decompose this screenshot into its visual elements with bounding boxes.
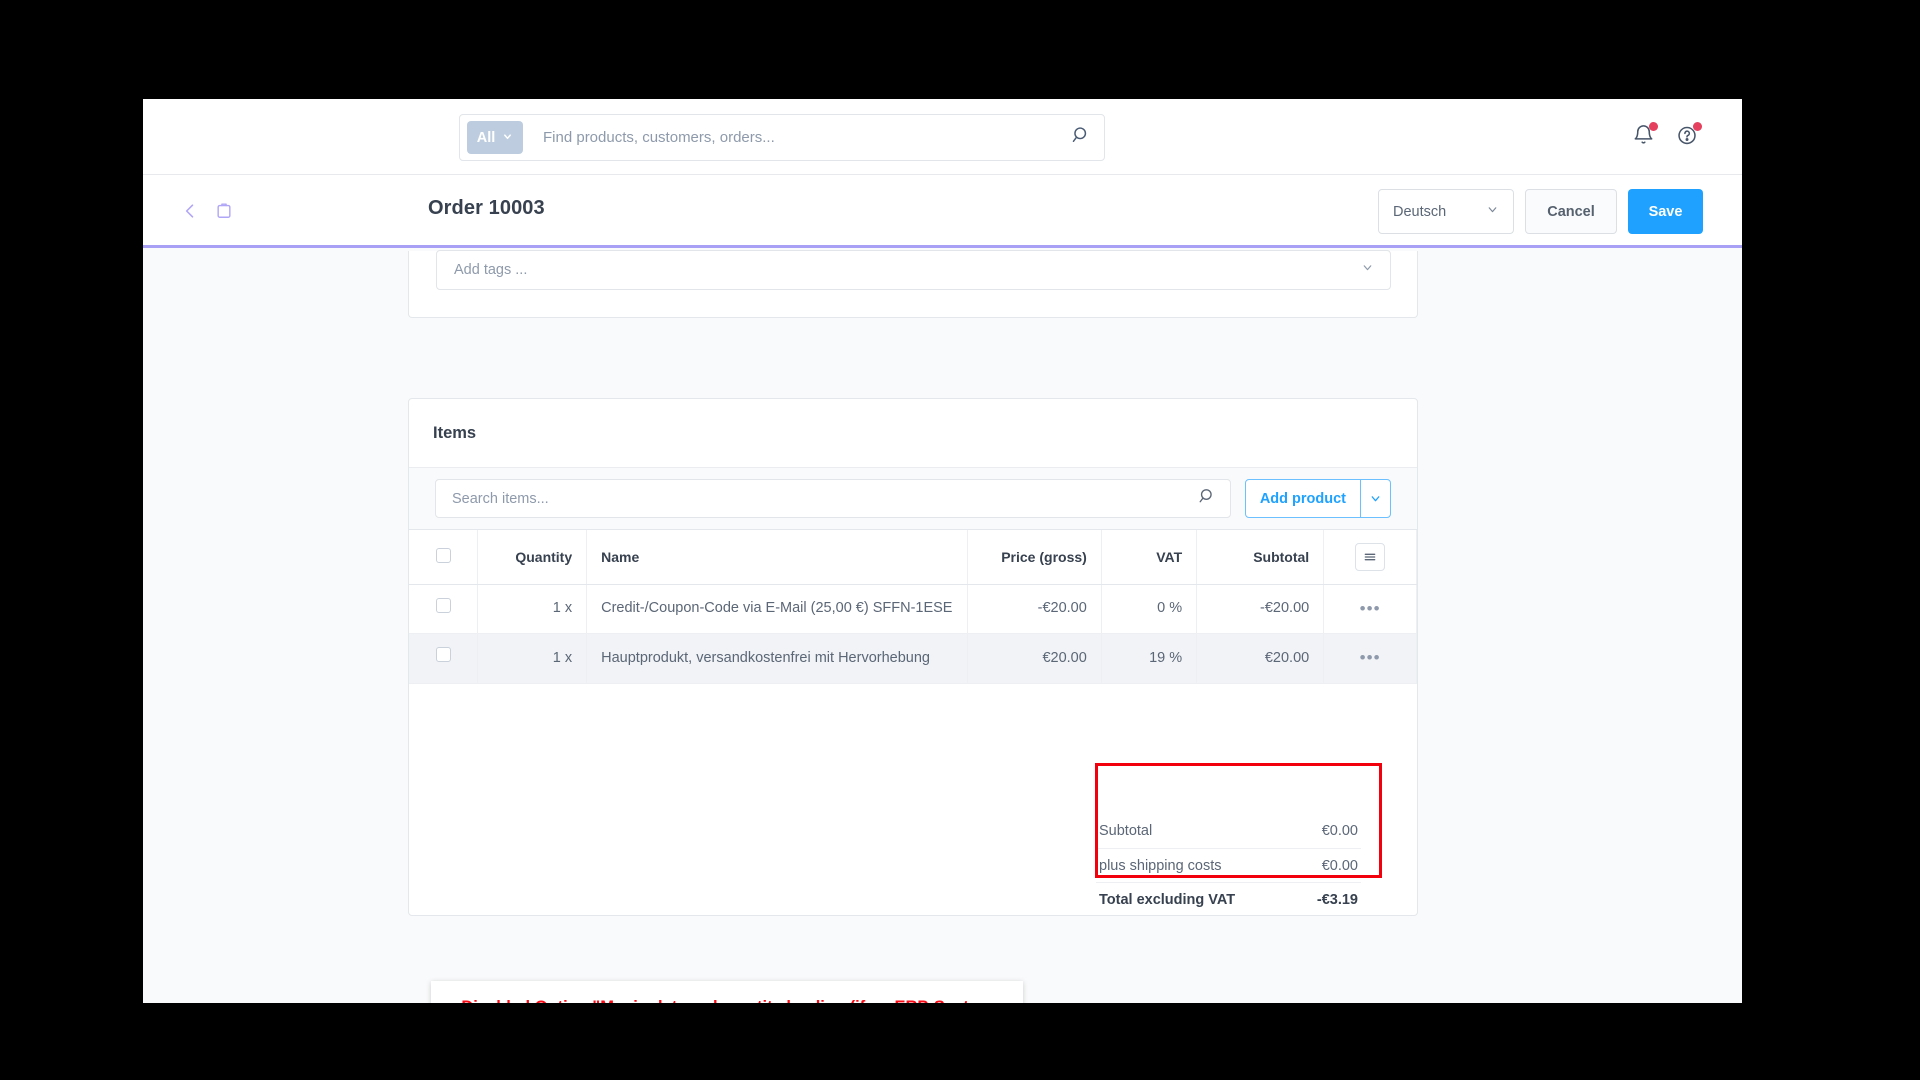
- add-product-split-button: Add product: [1244, 479, 1391, 518]
- row-select-cell: [409, 633, 479, 684]
- select-all-header: [409, 530, 479, 585]
- column-header-vat[interactable]: VAT: [1101, 530, 1198, 585]
- table-header-row: Quantity Name Price (gross) VAT Subtotal: [409, 530, 1417, 585]
- total-row-subtotal: Subtotal €0.00: [1096, 814, 1361, 848]
- line-items-body: 1 x Credit-/Coupon-Code via E-Mail (25,0…: [409, 584, 1417, 684]
- cell-name: Credit-/Coupon-Code via E-Mail (25,00 €)…: [586, 584, 969, 635]
- row-actions-cell: •••: [1323, 584, 1417, 635]
- column-header-quantity[interactable]: Quantity: [477, 530, 588, 585]
- annotation-text: Disabled Option "Manipulate order entity…: [441, 996, 1013, 1003]
- column-header-price[interactable]: Price (gross): [967, 530, 1102, 585]
- save-button[interactable]: Save: [1628, 189, 1703, 234]
- total-row-excluding-vat: Total excluding VAT -€3.19: [1096, 882, 1361, 915]
- column-header-subtotal[interactable]: Subtotal: [1196, 530, 1325, 585]
- cell-vat: 19 %: [1101, 633, 1198, 684]
- annotation-callout: Disabled Option "Manipulate order entity…: [431, 981, 1023, 1003]
- cell-vat: 0 %: [1101, 584, 1198, 635]
- cancel-button[interactable]: Cancel: [1525, 189, 1617, 234]
- help-badge-dot: [1693, 122, 1702, 131]
- table-row[interactable]: 1 x Hauptprodukt, versandkostenfrei mit …: [409, 633, 1417, 684]
- row-context-menu-icon[interactable]: •••: [1360, 648, 1381, 667]
- help-button[interactable]: [1676, 122, 1702, 149]
- search-icon[interactable]: [1071, 125, 1092, 151]
- items-search-placeholder: Search items...: [452, 490, 549, 507]
- row-actions-cell: •••: [1323, 633, 1417, 684]
- page-title: Order 10003: [428, 197, 545, 219]
- topbar-icon-group: [1632, 122, 1702, 149]
- total-value: €0.00: [1321, 857, 1358, 874]
- search-scope-label: All: [476, 129, 496, 146]
- chevron-down-icon: [502, 130, 513, 146]
- chevron-down-icon: [1486, 203, 1499, 220]
- search-icon[interactable]: [1198, 487, 1217, 511]
- select-all-checkbox[interactable]: [435, 547, 451, 563]
- add-product-dropdown-toggle[interactable]: [1360, 480, 1390, 517]
- column-settings-header: [1323, 530, 1417, 585]
- cell-subtotal: -€20.00: [1196, 584, 1325, 635]
- total-label: Total excluding VAT: [1099, 891, 1236, 908]
- items-section-title: Items: [433, 424, 477, 442]
- cell-price: -€20.00: [967, 584, 1102, 635]
- shopware-admin-window: All Find products, customers, orders...: [143, 99, 1742, 1003]
- global-topbar: All Find products, customers, orders...: [143, 99, 1742, 175]
- order-totals: Subtotal €0.00 plus shipping costs €0.00…: [1096, 814, 1361, 915]
- notifications-button[interactable]: [1632, 122, 1658, 149]
- total-row-shipping: plus shipping costs €0.00: [1096, 848, 1361, 882]
- notification-badge-dot: [1649, 122, 1658, 131]
- global-search-input[interactable]: Find products, customers, orders...: [543, 129, 1071, 146]
- order-detail-content: Add tags ... Items Search items... Add p…: [143, 250, 1742, 1003]
- row-context-menu-icon[interactable]: •••: [1360, 599, 1381, 618]
- tags-placeholder: Add tags ...: [454, 262, 528, 278]
- annotation-line-1: Disabled Option "Manipulate order entity…: [461, 998, 992, 1003]
- row-checkbox[interactable]: [435, 647, 451, 663]
- total-value: -€3.19: [1316, 891, 1358, 908]
- row-checkbox[interactable]: [435, 597, 451, 613]
- back-button[interactable]: [180, 200, 200, 222]
- table-row[interactable]: 1 x Credit-/Coupon-Code via E-Mail (25,0…: [409, 584, 1417, 635]
- columns-menu-icon[interactable]: [1355, 542, 1386, 571]
- total-label: Subtotal: [1099, 823, 1153, 839]
- cell-quantity: 1 x: [477, 584, 588, 635]
- header-nav-icons: [180, 200, 234, 222]
- tags-card: Add tags ...: [408, 250, 1418, 318]
- order-header-bar: Order 10003 Deutsch Cancel Save: [143, 175, 1742, 248]
- items-card: Items Search items... Add product Quanti…: [408, 398, 1418, 916]
- chevron-down-icon: [1361, 261, 1374, 279]
- orders-list-icon[interactable]: [214, 200, 234, 222]
- cell-subtotal: €20.00: [1196, 633, 1325, 684]
- line-items-table: Quantity Name Price (gross) VAT Subtotal: [409, 530, 1417, 684]
- cell-name: Hauptprodukt, versandkostenfrei mit Herv…: [586, 633, 969, 684]
- total-label: plus shipping costs: [1099, 857, 1222, 874]
- global-search-bar[interactable]: All Find products, customers, orders...: [459, 114, 1105, 161]
- header-actions: Deutsch Cancel Save: [1378, 189, 1703, 234]
- language-select[interactable]: Deutsch: [1378, 189, 1514, 234]
- row-select-cell: [409, 584, 479, 635]
- items-toolbar: Search items... Add product: [409, 467, 1417, 530]
- cell-quantity: 1 x: [477, 633, 588, 684]
- cell-price: €20.00: [967, 633, 1102, 684]
- tags-input[interactable]: Add tags ...: [436, 250, 1391, 290]
- column-header-name[interactable]: Name: [586, 530, 969, 585]
- search-scope-dropdown[interactable]: All: [467, 121, 523, 154]
- items-search-input[interactable]: Search items...: [435, 479, 1231, 518]
- total-value: €0.00: [1321, 823, 1358, 839]
- language-select-value: Deutsch: [1393, 203, 1447, 220]
- add-product-button[interactable]: Add product: [1246, 480, 1360, 517]
